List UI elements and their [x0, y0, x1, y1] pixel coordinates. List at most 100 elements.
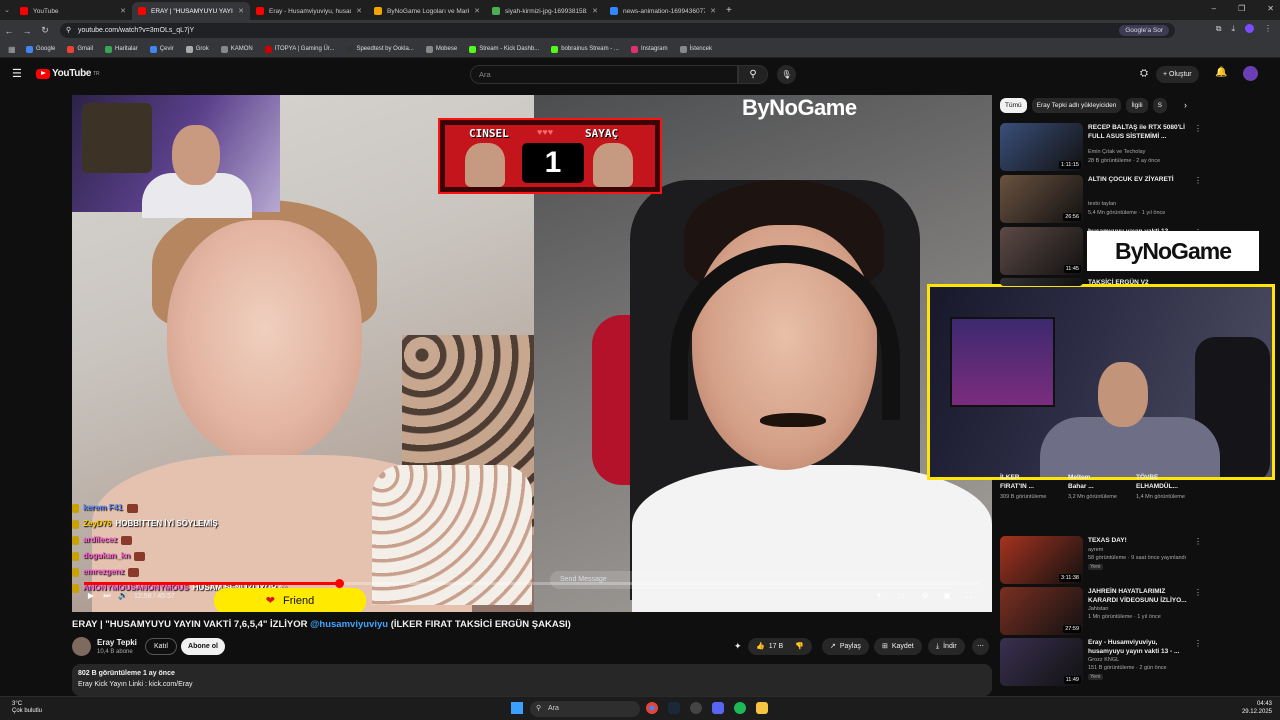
video-thumbnail[interactable]: 3:11:38 — [1000, 536, 1083, 584]
related-video[interactable]: 26:56 ALTIN ÇOCUK EV ZİYARETİ testo taylan… — [1000, 175, 1204, 223]
like-button[interactable]: 👍 17 B 👎 — [748, 638, 812, 655]
dislike-icon[interactable]: 👎 — [795, 638, 804, 655]
bookmark-item[interactable]: ITOPYA | Gaming Ür... — [264, 45, 334, 53]
notifications-icon[interactable]: 🔔 — [1215, 67, 1227, 78]
download-icon[interactable]: ⤓ — [1231, 24, 1235, 34]
related-video[interactable]: 1:11:15 RECEP BALTAŞ ile RTX 5080'Lİ FULL… — [1000, 123, 1204, 171]
bookmark-item[interactable]: Mobese — [425, 45, 457, 53]
extensions-icon[interactable]: ⧉ — [1216, 24, 1222, 34]
video-thumbnail[interactable]: 27:59 — [1000, 587, 1083, 635]
download-button[interactable]: ⤓ İndir — [928, 638, 965, 655]
spotify-icon[interactable] — [734, 702, 746, 714]
bookmark-item[interactable]: Gmail — [67, 45, 93, 53]
video-title[interactable]: JAHREİN HAYATLARIMIZ KARARDI VİDEOSUNU İ… — [1088, 588, 1192, 605]
menu-icon[interactable]: ⋮ — [1264, 24, 1272, 34]
apps-icon[interactable]: ▦ — [8, 45, 16, 54]
browser-tab[interactable]: YouTube ✕ — [14, 2, 132, 20]
app-icon[interactable] — [690, 702, 702, 714]
bookmark-item[interactable]: Grok — [185, 45, 209, 53]
video-thumbnail[interactable] — [1000, 278, 1083, 286]
video-thumbnail[interactable]: 11:45 — [1000, 227, 1083, 275]
video-channel[interactable]: Emin Çıtak ve Techolay — [1088, 149, 1145, 155]
profile-icon[interactable] — [1245, 24, 1254, 33]
bookmark-item[interactable]: Stream - Kick Dashb... — [469, 45, 539, 53]
video-thumbnail[interactable]: 26:56 — [1000, 175, 1083, 223]
youtube-logo[interactable]: YouTube TR — [36, 68, 100, 79]
join-button[interactable]: Katıl — [145, 638, 177, 655]
video-channel[interactable]: Grozz KNGL — [1088, 657, 1119, 663]
chrome-icon[interactable] — [646, 702, 658, 714]
bookmark-item[interactable]: Instagram — [630, 45, 668, 53]
related-video[interactable]: 11:49 Eray - Husamviyuviyu, husamyuyu yay… — [1000, 638, 1204, 686]
steam-icon[interactable] — [668, 702, 680, 714]
bookmark-item[interactable]: bobrainus Stream - ... — [551, 45, 619, 53]
short-item[interactable]: TÖVBE ELHAMDÜL... 1,4 Mn görüntüleme — [1136, 474, 1196, 501]
more-options-icon[interactable]: ⋮ — [1194, 176, 1202, 185]
account-avatar[interactable] — [1243, 66, 1258, 81]
description-box[interactable]: 802 B görüntüleme 1 ay önce Eray Kick Ya… — [72, 664, 992, 696]
channel-avatar[interactable] — [72, 637, 91, 656]
system-clock[interactable]: 04:43 29.12.2025 — [1236, 700, 1272, 716]
settings-icon[interactable]: ⚙ — [918, 591, 932, 603]
progress-bar[interactable] — [84, 579, 980, 588]
browser-tab[interactable]: ERAY | "HUSAMYUYU YAYIN VA ✕ — [132, 2, 250, 20]
more-options-icon[interactable]: ⋮ — [1194, 537, 1202, 546]
play-icon[interactable]: ▶ — [84, 591, 98, 603]
short-item[interactable]: Meltem Bahar ... 3,2 Mn görüntüleme — [1068, 474, 1128, 501]
video-thumbnail[interactable]: 1:11:15 — [1000, 123, 1083, 171]
create-button[interactable]: + Oluştur — [1156, 66, 1199, 83]
cast-icon[interactable]: ⛭ — [1140, 68, 1148, 79]
bookmark-item[interactable]: Haritalar — [105, 45, 138, 53]
volume-icon[interactable]: 🔊 — [116, 591, 130, 603]
tab-close-icon[interactable]: ✕ — [710, 7, 716, 15]
tab-close-icon[interactable]: ✕ — [356, 7, 362, 15]
channel-name[interactable]: Eray Tepki — [97, 638, 137, 647]
browser-tab[interactable]: siyah-kirmizi-jpg-1699381582 ✕ — [486, 2, 604, 20]
tab-close-icon[interactable]: ✕ — [238, 7, 244, 15]
taskbar-search[interactable]: ⚲ Ara — [530, 701, 640, 717]
forward-icon[interactable]: → — [18, 26, 36, 36]
new-tab-button[interactable]: + — [726, 5, 732, 16]
video-title[interactable]: ALTIN ÇOCUK EV ZİYARETİ — [1088, 176, 1192, 185]
hamburger-menu-icon[interactable]: ☰ — [12, 67, 22, 80]
maximize-icon[interactable]: ❐ — [1238, 4, 1245, 13]
back-icon[interactable]: ← — [0, 26, 18, 36]
file-explorer-icon[interactable] — [756, 702, 768, 714]
fullscreen-icon[interactable]: ⛶ — [962, 591, 976, 603]
url-field[interactable]: ⚲ youtube.com/watch?v=3mOLs_qL7jY Google… — [60, 23, 1175, 38]
video-player[interactable]: ByNoGame CINSEL ♥♥♥ SAYAÇ 1 kerem F41 Zey… — [72, 95, 992, 612]
browser-tab[interactable]: Eray - Husamviyuviyu, husamyu ✕ — [250, 2, 368, 20]
video-title-mention[interactable]: @husamviyuviyu — [310, 619, 388, 630]
filter-chip[interactable]: Eray Tepki adlı yükleyiciden — [1031, 98, 1122, 113]
share-button[interactable]: ↗ Paylaş — [822, 638, 869, 655]
video-channel[interactable]: ayrem — [1088, 547, 1103, 553]
bookmark-item[interactable]: KAMON — [220, 45, 253, 53]
browser-tab[interactable]: news-animation-16994360774 ✕ — [604, 2, 722, 20]
save-button[interactable]: ⊞ Kaydet — [874, 638, 922, 655]
filter-chip[interactable]: S — [1152, 98, 1167, 113]
browser-tab[interactable]: ByNoGame Logoları ve Marka ✕ — [368, 2, 486, 20]
more-options-icon[interactable]: ⋮ — [1194, 124, 1202, 133]
discord-icon[interactable] — [712, 702, 724, 714]
related-video[interactable]: TAKSİCİ ERGÜN V2 — [1000, 278, 1204, 286]
reload-icon[interactable]: ↻ — [36, 25, 54, 36]
filter-chip[interactable]: İlgili — [1126, 98, 1148, 113]
search-input[interactable]: Ara — [470, 65, 738, 84]
bookmark-item[interactable]: Google — [26, 45, 55, 53]
more-options-icon[interactable]: ⋮ — [1194, 639, 1202, 648]
tab-close-icon[interactable]: ✕ — [592, 7, 598, 15]
site-info-icon[interactable]: ⚲ — [66, 23, 71, 38]
video-thumbnail[interactable]: 11:49 — [1000, 638, 1083, 686]
close-window-icon[interactable]: ✕ — [1267, 4, 1274, 13]
bookmark-item[interactable]: İstencek — [679, 45, 712, 53]
more-options-icon[interactable]: ⋮ — [1194, 588, 1202, 597]
filter-chip[interactable]: Tümü — [1000, 98, 1027, 113]
short-item[interactable]: İLKER FIRAT'IN ... 309 B görüntüleme — [1000, 474, 1060, 501]
video-channel[interactable]: testo taylan — [1088, 201, 1116, 207]
video-title[interactable]: TEXAS DAY! — [1088, 537, 1192, 546]
bookmark-item[interactable]: Çevir — [149, 45, 174, 53]
subscribe-button[interactable]: Abone ol — [181, 638, 225, 655]
google-ask-button[interactable]: Google'a Sor — [1119, 25, 1169, 36]
subtitles-icon[interactable]: ▭ — [894, 591, 908, 603]
tab-close-icon[interactable]: ✕ — [474, 7, 480, 15]
